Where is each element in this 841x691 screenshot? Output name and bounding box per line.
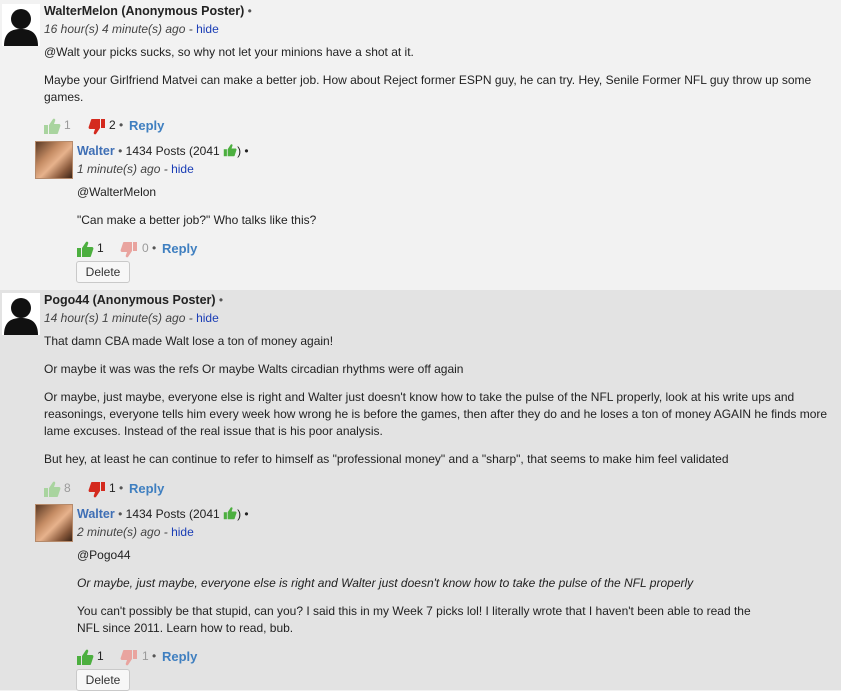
like-count: 8 <box>64 481 71 495</box>
like-count: 1 <box>97 649 104 663</box>
anonymous-avatar <box>2 4 40 46</box>
thumbs-down-icon[interactable] <box>88 118 106 136</box>
author-name: WalterMelon (Anonymous Poster) <box>44 4 245 18</box>
thumbs-up-icon[interactable] <box>43 117 61 135</box>
comment-paragraph: Or maybe, just maybe, everyone else is r… <box>44 390 828 438</box>
reply-meta: 1 minute(s) ago - hide <box>77 162 194 176</box>
reply-meta: 2 minute(s) ago - hide <box>77 525 194 539</box>
reply-link[interactable]: Reply <box>162 241 197 256</box>
reply-header: Walter • 1434 Posts (2041 ) • <box>77 507 249 521</box>
comment-paragraph: @Walt your picks sucks, so why not let y… <box>44 45 414 59</box>
author-name[interactable]: Walter <box>77 507 115 521</box>
comment-paragraph: That damn CBA made Walt lose a ton of mo… <box>44 334 334 348</box>
comment-thread-2: Pogo44 (Anonymous Poster) • 14 hour(s) 1… <box>0 290 841 691</box>
user-avatar <box>35 504 73 542</box>
reply-link[interactable]: Reply <box>129 481 164 496</box>
thumbs-up-icon <box>223 144 237 157</box>
hide-link[interactable]: hide <box>171 525 194 539</box>
timestamp: 16 hour(s) 4 minute(s) ago <box>44 22 186 36</box>
reply-paragraph: "Can make a better job?" Who talks like … <box>77 213 317 227</box>
thumbs-up-icon <box>223 507 237 520</box>
reply-link[interactable]: Reply <box>129 118 164 133</box>
timestamp: 1 minute(s) ago <box>77 162 161 176</box>
comment-header: WalterMelon (Anonymous Poster) • <box>44 4 252 18</box>
reply-paragraph: @WalterMelon <box>77 185 157 199</box>
timestamp: 14 hour(s) 1 minute(s) ago <box>44 311 186 325</box>
post-count: 1434 Posts (2041 <box>125 144 220 158</box>
dislike-count: 0 <box>142 241 149 255</box>
thumbs-down-icon[interactable] <box>120 241 138 259</box>
thumbs-up-icon[interactable] <box>76 648 94 666</box>
hide-link[interactable]: hide <box>171 162 194 176</box>
hide-link[interactable]: hide <box>196 22 219 36</box>
post-count: 1434 Posts (2041 <box>125 507 220 521</box>
anonymous-avatar <box>2 293 40 335</box>
hide-link[interactable]: hide <box>196 311 219 325</box>
thumbs-up-icon[interactable] <box>76 240 94 258</box>
author-name: Pogo44 (Anonymous Poster) <box>44 293 216 307</box>
comment-paragraph: Or maybe it was was the refs Or maybe Wa… <box>44 362 464 376</box>
delete-button[interactable]: Delete <box>76 261 130 283</box>
comment-paragraph: But hey, at least he can continue to ref… <box>44 452 729 466</box>
comment-paragraph: Maybe your Girlfriend Matvei can make a … <box>44 73 812 104</box>
thumbs-up-icon[interactable] <box>43 480 61 498</box>
thumbs-down-icon[interactable] <box>88 481 106 499</box>
dislike-count: 1 <box>142 649 149 663</box>
like-count: 1 <box>64 118 71 132</box>
author-name[interactable]: Walter <box>77 144 115 158</box>
like-count: 1 <box>97 241 104 255</box>
user-avatar <box>35 141 73 179</box>
reply-link[interactable]: Reply <box>162 649 197 664</box>
comment-thread-1: WalterMelon (Anonymous Poster) • 16 hour… <box>0 0 841 290</box>
timestamp: 2 minute(s) ago <box>77 525 161 539</box>
comment-header: Pogo44 (Anonymous Poster) • <box>44 293 224 307</box>
reply-header: Walter • 1434 Posts (2041 ) • <box>77 144 249 158</box>
dislike-count: 2 <box>109 118 116 132</box>
reply-paragraph: @Pogo44 <box>77 548 131 562</box>
thumbs-down-icon[interactable] <box>120 649 138 667</box>
comment-meta: 14 hour(s) 1 minute(s) ago - hide <box>44 311 219 325</box>
dislike-count: 1 <box>109 481 116 495</box>
delete-button[interactable]: Delete <box>76 669 130 691</box>
reply-quote: Or maybe, just maybe, everyone else is r… <box>77 576 694 590</box>
reply-paragraph: You can't possibly be that stupid, can y… <box>77 604 751 635</box>
comment-meta: 16 hour(s) 4 minute(s) ago - hide <box>44 22 219 36</box>
